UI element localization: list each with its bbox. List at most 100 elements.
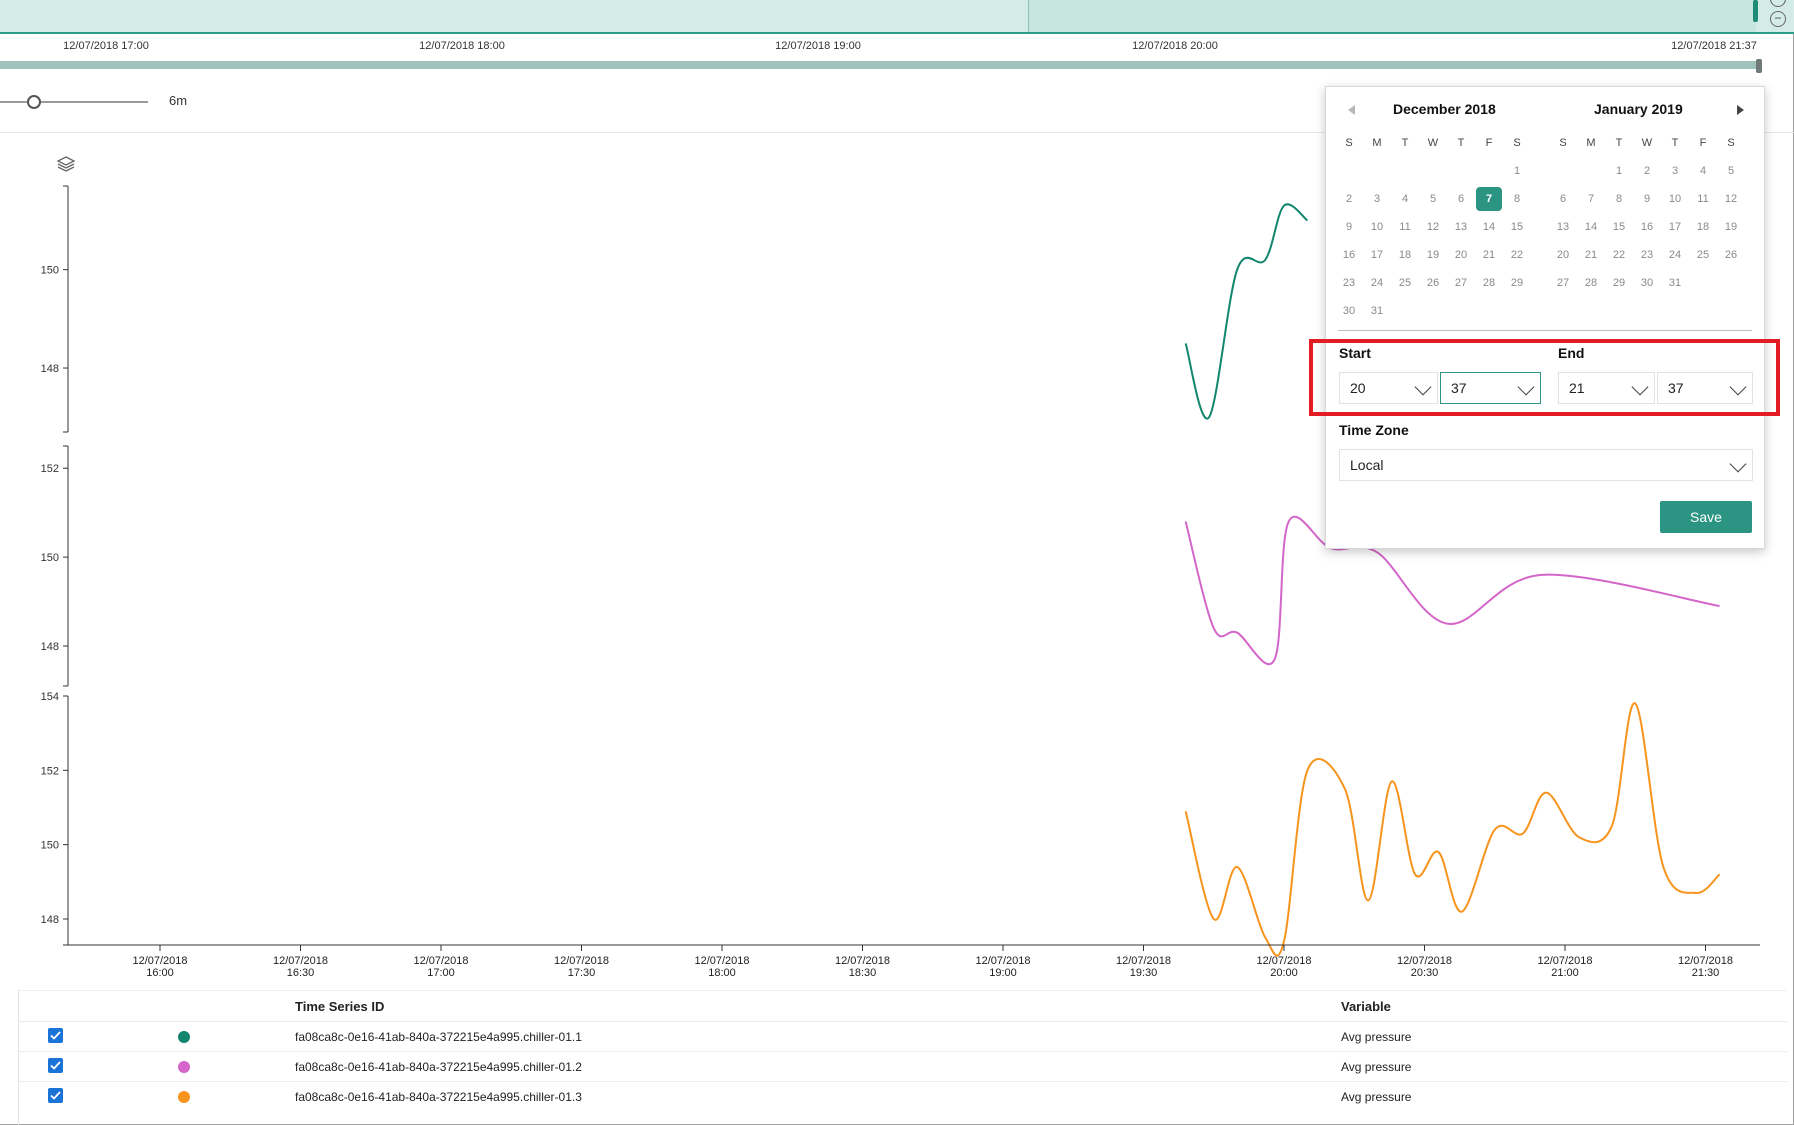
calendar-day[interactable]: 22 [1606,243,1632,267]
x-tick-label: 20:00 [1270,967,1298,979]
x-tick-label: 12/07/2018 [554,955,609,967]
brush-end-handle[interactable] [1756,59,1762,73]
calendar-day[interactable]: 26 [1718,243,1744,267]
calendar-day[interactable]: 4 [1690,159,1716,183]
calendar-day[interactable]: 3 [1662,159,1688,183]
prev-month-icon[interactable] [1348,105,1355,115]
calendar-day[interactable]: 18 [1690,215,1716,239]
calendar-day[interactable]: 9 [1336,215,1362,239]
x-tick-label: 12/07/2018 [694,955,749,967]
y-tick-label: 150 [41,840,59,852]
calendar-day[interactable]: 13 [1448,215,1474,239]
calendar-day[interactable]: 25 [1392,271,1418,295]
calendar-day[interactable]: 8 [1504,187,1530,211]
weekday-label: T [1457,137,1465,149]
calendar-day[interactable]: 18 [1392,243,1418,267]
series-checkbox[interactable] [48,1088,63,1103]
series-id: fa08ca8c-0e16-41ab-840a-372215e4a995.chi… [295,1090,582,1104]
calendar-day[interactable]: 15 [1606,215,1632,239]
calendar-day[interactable]: 5 [1420,187,1446,211]
y-tick-label: 150 [41,552,59,564]
calendar-day[interactable]: 6 [1448,187,1474,211]
calendar-day[interactable]: 20 [1448,243,1474,267]
header-time-series-id: Time Series ID [295,999,385,1014]
calendar-day[interactable]: 4 [1392,187,1418,211]
calendar-day[interactable]: 17 [1662,215,1688,239]
brush-overview[interactable] [0,0,1794,34]
calendar-day[interactable]: 12 [1718,187,1744,211]
calendar-day[interactable]: 2 [1336,187,1362,211]
calendar-day[interactable]: 10 [1364,215,1390,239]
calendar-day[interactable]: 22 [1504,243,1530,267]
calendar-day[interactable]: 5 [1718,159,1744,183]
calendar-day[interactable]: 6 [1550,187,1576,211]
calendar-day[interactable]: 14 [1578,215,1604,239]
brush-track[interactable] [0,61,1760,69]
timezone-select[interactable]: Local [1339,449,1753,481]
calendar-day[interactable]: 31 [1662,271,1688,295]
calendar-day[interactable]: 13 [1550,215,1576,239]
series-table: Time Series ID Variable fa08ca8c-0e16-41… [18,990,1787,1125]
app-window: 12/07/2018 17:00 12/07/2018 18:00 12/07/… [0,0,1794,1125]
calendar-day[interactable]: 7 [1476,187,1502,211]
calendar-day[interactable]: 21 [1476,243,1502,267]
x-tick-label: 12/07/2018 [975,955,1030,967]
calendar-day[interactable]: 9 [1634,187,1660,211]
series-checkbox[interactable] [48,1058,63,1073]
table-row[interactable]: fa08ca8c-0e16-41ab-840a-372215e4a995.chi… [19,1051,1787,1081]
series-line[interactable] [1184,203,1309,420]
table-row[interactable]: fa08ca8c-0e16-41ab-840a-372215e4a995.chi… [19,1081,1787,1111]
save-button[interactable]: Save [1660,501,1752,533]
table-row[interactable]: fa08ca8c-0e16-41ab-840a-372215e4a995.chi… [19,1021,1787,1051]
calendar-day[interactable]: 27 [1550,271,1576,295]
calendar-day[interactable]: 2 [1634,159,1660,183]
calendar-day[interactable]: 3 [1364,187,1390,211]
calendar-day[interactable]: 29 [1606,271,1632,295]
calendar-day[interactable]: 23 [1336,271,1362,295]
calendar-day[interactable]: 1 [1606,159,1632,183]
calendar-day[interactable]: 28 [1578,271,1604,295]
brush-handle-right[interactable] [1753,0,1758,22]
calendar-day[interactable]: 24 [1662,243,1688,267]
calendar-day[interactable]: 20 [1550,243,1576,267]
calendar-day[interactable]: 21 [1578,243,1604,267]
calendar-day[interactable]: 30 [1336,299,1362,323]
calendar-day[interactable]: 30 [1634,271,1660,295]
calendar-day[interactable]: 26 [1420,271,1446,295]
calendar-day[interactable]: 15 [1504,215,1530,239]
calendar-day[interactable]: 8 [1606,187,1632,211]
calendar-day[interactable]: 14 [1476,215,1502,239]
calendar-day[interactable]: 12 [1420,215,1446,239]
calendar-day[interactable]: 23 [1634,243,1660,267]
calendar-day[interactable]: 10 [1662,187,1688,211]
calendar-day[interactable]: 28 [1476,271,1502,295]
x-tick-label: 17:30 [568,967,596,979]
calendar-day[interactable]: 7 [1578,187,1604,211]
x-tick-label: 18:00 [708,967,736,979]
interval-slider-track[interactable] [0,101,148,103]
weekday-label: W [1641,137,1653,149]
brush-selection[interactable] [1028,0,1756,32]
series-variable: Avg pressure [1341,1030,1412,1044]
calendar-day[interactable]: 29 [1504,271,1530,295]
calendar-day[interactable]: 16 [1634,215,1660,239]
calendar-day[interactable]: 16 [1336,243,1362,267]
calendar-day[interactable]: 27 [1448,271,1474,295]
calendar-day[interactable]: 17 [1364,243,1390,267]
calendar-day[interactable]: 1 [1504,159,1530,183]
calendar-day[interactable]: 24 [1364,271,1390,295]
calendar-day[interactable]: 19 [1718,215,1744,239]
calendar-day[interactable]: 19 [1420,243,1446,267]
series-line[interactable] [1184,702,1721,957]
calendar-day[interactable]: 31 [1364,299,1390,323]
series-checkbox[interactable] [48,1028,63,1043]
interval-slider-thumb[interactable] [27,95,41,109]
weekday-label: T [1671,137,1679,149]
calendar-day[interactable]: 25 [1690,243,1716,267]
x-tick-label: 12/07/2018 [835,955,890,967]
calendar-day[interactable]: 11 [1690,187,1716,211]
next-month-icon[interactable] [1737,105,1744,115]
zoom-out-icon[interactable]: − [1770,11,1786,27]
calendar-day[interactable]: 11 [1392,215,1418,239]
zoom-in-icon[interactable] [1770,0,1786,7]
